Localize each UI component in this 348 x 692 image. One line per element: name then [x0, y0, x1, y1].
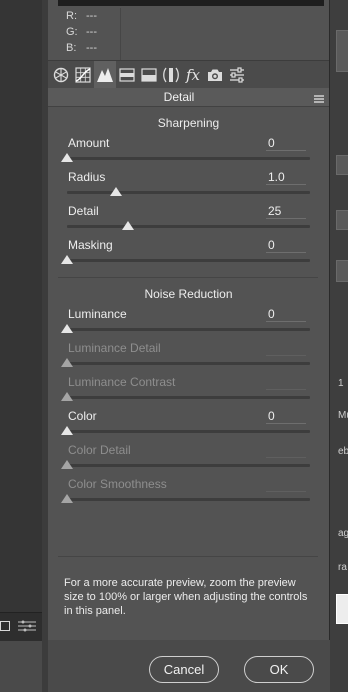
right-edge-text: Mu: [338, 410, 348, 421]
masking-slider[interactable]: [67, 259, 310, 262]
luminance-contrast-label: Luminance Contrast: [68, 375, 176, 389]
cancel-button[interactable]: Cancel: [149, 656, 219, 683]
luminance-contrast-slider: [67, 396, 310, 399]
g-value: ---: [86, 26, 97, 38]
amount-label: Amount: [68, 136, 110, 150]
color-detail-slider-thumb: [61, 460, 73, 469]
radius-field[interactable]: 1.0: [266, 170, 306, 185]
masking-field[interactable]: 0: [266, 238, 306, 253]
right-edge-text: ag: [338, 528, 348, 539]
presets-icon[interactable]: [226, 61, 248, 88]
luminance-contrast-slider-thumb: [61, 392, 73, 401]
luminance-slider-thumb[interactable]: [61, 324, 73, 333]
radius-slider[interactable]: [67, 191, 310, 194]
effects-icon[interactable]: fx: [182, 61, 204, 88]
detail-label: Detail: [68, 204, 99, 218]
effects-label: fx: [185, 65, 200, 84]
r-value: ---: [86, 10, 97, 22]
right-panel-edge: [330, 0, 348, 692]
basic-icon[interactable]: [50, 61, 72, 88]
color-detail-slider: [67, 464, 310, 467]
color-smoothness-slider: [67, 498, 310, 501]
right-edge-tab[interactable]: [336, 260, 348, 282]
g-label: G:: [66, 26, 78, 38]
single-view-icon[interactable]: [0, 621, 10, 631]
split-toning-icon[interactable]: [138, 61, 160, 88]
readout-divider: [120, 8, 121, 60]
luminance-detail-label: Luminance Detail: [68, 341, 161, 355]
panel-tabs: fx: [48, 60, 329, 89]
masking-slider-thumb[interactable]: [61, 255, 73, 264]
detail-icon[interactable]: [94, 61, 116, 88]
right-edge-tab[interactable]: [336, 155, 348, 175]
radius-label: Radius: [68, 170, 106, 184]
right-edge-text: eb: [338, 446, 348, 457]
detail-field[interactable]: 25: [266, 204, 306, 219]
color-smoothness-label: Color Smoothness: [68, 477, 167, 491]
b-value: ---: [86, 42, 97, 54]
amount-field[interactable]: 0: [266, 136, 306, 151]
luminance-slider[interactable]: [67, 328, 310, 331]
r-label: R:: [66, 10, 77, 22]
detail-slider-thumb[interactable]: [121, 221, 134, 230]
right-edge-text: 1: [338, 378, 344, 389]
ok-button[interactable]: OK: [244, 656, 314, 683]
radius-slider-thumb[interactable]: [109, 187, 122, 196]
luminance-detail-slider-thumb: [61, 358, 73, 367]
luminance-detail-field: [266, 341, 306, 356]
amount-slider-thumb[interactable]: [61, 153, 73, 162]
right-edge-thumbnail[interactable]: [336, 594, 348, 624]
section-divider: [58, 277, 318, 278]
panel-header: Detail: [48, 88, 329, 107]
panel-menu-icon[interactable]: [313, 91, 325, 109]
lens-corrections-icon[interactable]: [160, 61, 182, 88]
color-field[interactable]: 0: [266, 409, 306, 424]
luminance-field[interactable]: 0: [266, 307, 306, 322]
luminance-detail-slider: [67, 362, 310, 365]
right-edge-text: ra: [338, 562, 347, 573]
masking-label: Masking: [68, 238, 113, 252]
preview-tip: For a more accurate preview, zoom the pr…: [64, 577, 308, 617]
luminance-label: Luminance: [68, 307, 127, 321]
color-detail-field: [266, 443, 306, 458]
color-slider[interactable]: [67, 430, 310, 433]
sharpening-heading: Sharpening: [157, 116, 220, 130]
left-panel-footer: [0, 612, 42, 641]
detail-panel: R: --- G: --- B: --- fx Detail Sharpenin…: [48, 0, 330, 640]
detail-slider[interactable]: [67, 225, 310, 228]
b-label: B:: [66, 42, 77, 54]
noise-reduction-heading: Noise Reduction: [144, 287, 233, 301]
color-label: Color: [68, 409, 97, 423]
color-smoothness-slider-thumb: [61, 494, 73, 503]
panel-title: Detail: [163, 90, 195, 104]
left-panel-edge: [0, 0, 42, 640]
right-edge-tab[interactable]: [336, 210, 348, 230]
color-slider-thumb[interactable]: [61, 426, 73, 435]
luminance-contrast-field: [266, 375, 306, 390]
color-smoothness-field: [266, 477, 306, 492]
hsl-icon[interactable]: [116, 61, 138, 88]
right-edge-tab[interactable]: [336, 30, 348, 72]
section-divider: [58, 556, 318, 557]
histogram-bottom: [58, 0, 324, 6]
compare-view-icon[interactable]: [17, 619, 37, 638]
camera-calibration-icon[interactable]: [204, 61, 226, 88]
tone-curve-icon[interactable]: [72, 61, 94, 88]
amount-slider[interactable]: [67, 157, 310, 160]
color-detail-label: Color Detail: [68, 443, 131, 457]
